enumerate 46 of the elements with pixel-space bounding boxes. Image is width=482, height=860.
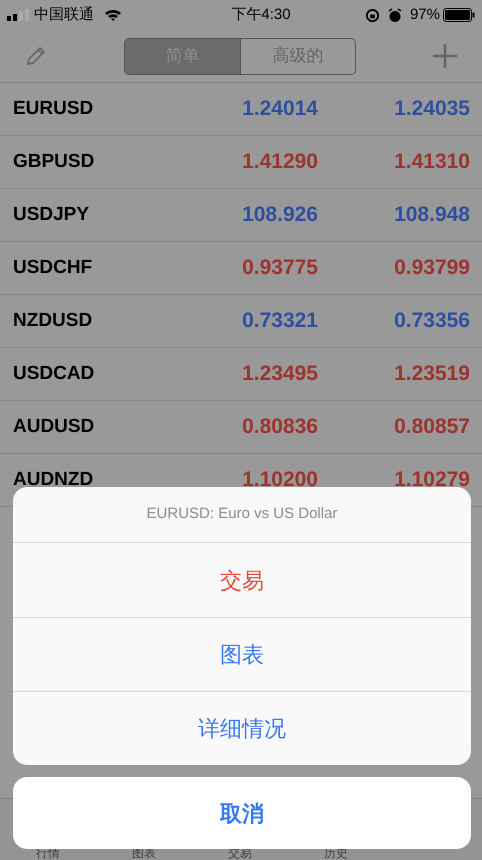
clock-time: 下午4:30 — [230, 4, 292, 25]
symbol-name: GBPUSD — [13, 150, 96, 174]
edit-icon[interactable] — [24, 44, 48, 68]
alarm-icon — [388, 8, 402, 22]
quote-row[interactable]: GBPUSD 1.41290 1.41310 — [0, 136, 482, 189]
quote-row[interactable]: USDJPY 108.926 108.948 — [0, 189, 482, 242]
ask-price: 1.10279 — [393, 467, 470, 494]
sheet-action[interactable]: 详细情况 — [13, 691, 471, 765]
symbol-name: AUDNZD — [13, 468, 94, 492]
quote-row[interactable]: NZDUSD 0.73321 0.73356 — [0, 295, 482, 348]
quote-row[interactable]: EURUSD 1.24014 1.24035 — [0, 83, 482, 136]
bid-price: 0.73321 — [241, 308, 318, 334]
ask-price: 108.948 — [393, 202, 470, 228]
quote-row[interactable]: AUDUSD 0.80836 0.80857 — [0, 401, 482, 454]
bid-price: 0.80836 — [241, 414, 318, 440]
sheet-action[interactable]: 图表 — [13, 617, 471, 691]
ask-price: 1.23519 — [393, 361, 470, 388]
symbol-name: USDCAD — [13, 362, 96, 386]
bid-price: 0.93775 — [241, 255, 318, 282]
carrier-name: 中国联通 — [34, 4, 94, 25]
sheet-action[interactable]: 交易 — [13, 543, 471, 617]
ask-price: 0.93799 — [393, 255, 470, 282]
bid-price: 1.24014 — [241, 96, 318, 122]
bid-price: 108.926 — [241, 202, 318, 228]
battery-percent: 97% — [410, 4, 440, 25]
quote-row[interactable]: USDCAD 1.23495 1.23519 — [0, 348, 482, 401]
bid-price: 1.10200 — [241, 467, 318, 494]
cancel-button[interactable]: 取消 — [13, 777, 471, 849]
symbol-name: NZDUSD — [13, 308, 94, 333]
wifi-icon — [104, 8, 122, 22]
symbol-name: AUDUSD — [13, 414, 96, 439]
ask-price: 0.80857 — [393, 414, 470, 440]
quote-row[interactable]: USDCHF 0.93775 0.93799 — [0, 242, 482, 295]
symbol-name: EURUSD — [13, 96, 94, 121]
symbol-name: USDCHF — [13, 256, 94, 280]
ask-price: 1.24035 — [393, 96, 470, 122]
battery-icon — [443, 8, 475, 22]
ask-price: 0.73356 — [393, 308, 470, 334]
symbol-name: USDJPY — [13, 202, 90, 227]
add-icon[interactable] — [432, 43, 458, 69]
sheet-title: EURUSD: Euro vs US Dollar — [146, 504, 338, 524]
signal-icon — [7, 9, 31, 21]
bid-price: 1.23495 — [241, 361, 318, 388]
bid-price: 1.41290 — [241, 149, 318, 176]
ask-price: 1.41310 — [393, 149, 470, 176]
rotation-lock-icon — [364, 8, 380, 22]
